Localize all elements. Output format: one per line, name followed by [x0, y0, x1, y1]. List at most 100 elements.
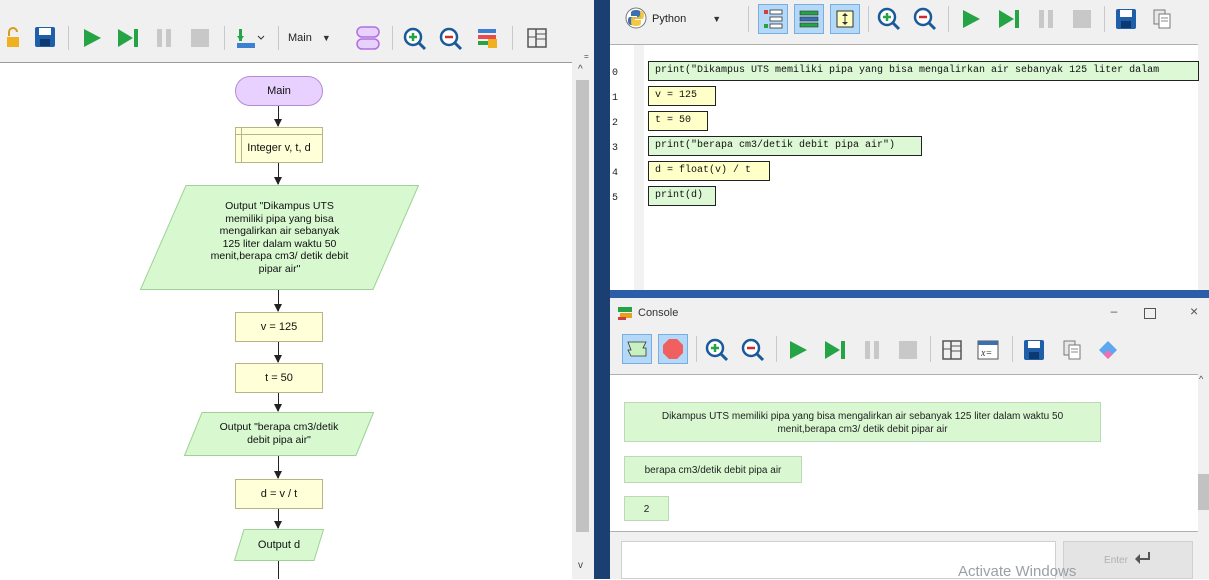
console-output[interactable]: [610, 374, 1198, 532]
stop-icon[interactable]: [1070, 7, 1094, 31]
python-logo-icon: [624, 6, 648, 30]
assign-d-label: d = v / t: [260, 487, 298, 500]
run-icon[interactable]: [786, 338, 810, 362]
layers-icon[interactable]: [474, 26, 500, 50]
oval-function-icon[interactable]: [354, 24, 382, 52]
enter-button-label: Enter: [1104, 554, 1128, 566]
enter-key-icon: [1134, 551, 1152, 570]
code-scrollbar[interactable]: [1198, 44, 1209, 290]
close-icon[interactable]: ×: [1190, 303, 1206, 319]
maximize-icon[interactable]: [1144, 308, 1156, 319]
line-number: 0: [612, 68, 619, 79]
activate-windows-watermark: Activate Windows: [958, 563, 1077, 580]
code-line[interactable]: v = 125: [648, 86, 716, 106]
stop-program-icon[interactable]: [658, 334, 688, 364]
output-block-1-text: Output "Dikampus UTS memiliki pipa yang …: [210, 200, 349, 275]
console-mode-icon[interactable]: [622, 334, 652, 364]
structure-view-icon[interactable]: [758, 4, 788, 34]
code-line[interactable]: print("berapa cm3/detik debit pipa air"): [648, 136, 922, 156]
function-selector-value: Main: [288, 32, 312, 44]
code-line[interactable]: print(d): [648, 186, 716, 206]
declare-block[interactable]: Integer v, t, d: [235, 127, 323, 163]
step-icon[interactable]: [822, 338, 848, 362]
console-message: 2: [624, 496, 669, 521]
code-line[interactable]: d = float(v) / t: [648, 161, 770, 181]
code-gutter-strip: [634, 45, 644, 291]
console-app-icon: [617, 305, 633, 321]
chevron-down-icon: ▼: [321, 33, 331, 43]
line-number: 4: [612, 168, 619, 179]
output-block-2[interactable]: Output "berapa cm3/detik debit pipa air": [184, 412, 374, 456]
code-line[interactable]: t = 50: [648, 111, 708, 131]
lock-icon[interactable]: [6, 27, 20, 49]
console-scroll-thumb[interactable]: [1198, 474, 1209, 510]
copy-icon[interactable]: [1150, 7, 1174, 31]
output-block-3-label: Output d: [257, 538, 301, 551]
console-message: Dikampus UTS memiliki pipa yang bisa men…: [624, 402, 1101, 442]
output-block-1[interactable]: Output "Dikampus UTS memiliki pipa yang …: [140, 185, 419, 290]
language-selector-value: Python: [652, 13, 687, 25]
scroll-up-icon[interactable]: ^: [578, 64, 583, 75]
layout-icon[interactable]: [524, 26, 550, 50]
clear-console-icon[interactable]: [1096, 338, 1120, 362]
zoom-in-icon[interactable]: [402, 26, 428, 52]
pause-icon[interactable]: [152, 26, 176, 50]
title-strip: [0, 0, 594, 14]
line-number: 2: [612, 118, 619, 129]
zoom-in-icon[interactable]: [876, 6, 902, 32]
flowchart-window: Main ▼ ^ v = Main Integer v, t, d Output…: [0, 0, 594, 579]
chevron-down-icon: ▼: [712, 14, 722, 24]
fit-view-icon[interactable]: [830, 4, 860, 34]
flowchart-toolbar: Main ▼: [0, 14, 594, 62]
layout-icon[interactable]: [940, 339, 964, 361]
save-icon[interactable]: [33, 25, 57, 49]
assign-v-block[interactable]: v = 125: [235, 312, 323, 342]
line-number: 1: [612, 93, 619, 104]
enter-button[interactable]: Enter: [1063, 541, 1193, 579]
stop-icon[interactable]: [188, 26, 212, 50]
line-number: 3: [612, 143, 619, 154]
stop-icon[interactable]: [896, 338, 920, 362]
function-selector[interactable]: Main ▼: [288, 28, 342, 48]
step-icon[interactable]: [996, 7, 1022, 31]
start-terminal-label: Main: [267, 84, 291, 97]
assign-t-block[interactable]: t = 50: [235, 363, 323, 393]
step-icon[interactable]: [115, 26, 141, 50]
add-function-icon[interactable]: [234, 26, 266, 50]
line-number: 5: [612, 193, 619, 204]
scroll-thumb[interactable]: [576, 80, 589, 532]
copy-icon[interactable]: [1060, 338, 1084, 362]
pause-icon[interactable]: [860, 338, 884, 362]
desktop-strip: [610, 290, 1209, 298]
list-view-icon[interactable]: [794, 4, 824, 34]
zoom-out-icon[interactable]: [740, 337, 766, 363]
start-terminal[interactable]: Main: [235, 76, 323, 106]
window-divider: [594, 0, 610, 579]
console-title: Console: [638, 307, 679, 319]
splitter-handle-icon[interactable]: =: [584, 52, 589, 61]
flowchart-scrollbar[interactable]: ^ v: [572, 62, 594, 579]
code-line[interactable]: print("Dikampus UTS memiliki pipa yang b…: [648, 61, 1199, 81]
zoom-out-icon[interactable]: [912, 6, 938, 32]
variables-icon[interactable]: x=: [976, 339, 1000, 361]
save-icon[interactable]: [1114, 7, 1138, 31]
zoom-out-icon[interactable]: [438, 26, 464, 52]
save-icon[interactable]: [1022, 338, 1046, 362]
pause-icon[interactable]: [1034, 7, 1058, 31]
language-selector[interactable]: Python ▼: [652, 10, 734, 28]
run-icon[interactable]: [958, 7, 984, 31]
console-scrollbar[interactable]: [1198, 374, 1209, 530]
zoom-in-icon[interactable]: [704, 337, 730, 363]
console-message: berapa cm3/detik debit pipa air: [624, 456, 802, 483]
svg-text:x=: x=: [980, 348, 992, 359]
output-block-2-text: Output "berapa cm3/detik debit pipa air": [219, 421, 339, 446]
scroll-up-icon[interactable]: ^: [1199, 374, 1203, 384]
assign-d-block[interactable]: d = v / t: [235, 479, 323, 509]
run-icon[interactable]: [80, 26, 104, 50]
scroll-down-icon[interactable]: v: [578, 560, 583, 571]
output-block-3[interactable]: Output d: [234, 529, 324, 561]
assign-v-label: v = 125: [260, 320, 298, 333]
declare-block-label: Integer v, t, d: [247, 141, 311, 154]
minimize-icon[interactable]: –: [1104, 304, 1124, 320]
assign-t-label: t = 50: [265, 371, 293, 384]
